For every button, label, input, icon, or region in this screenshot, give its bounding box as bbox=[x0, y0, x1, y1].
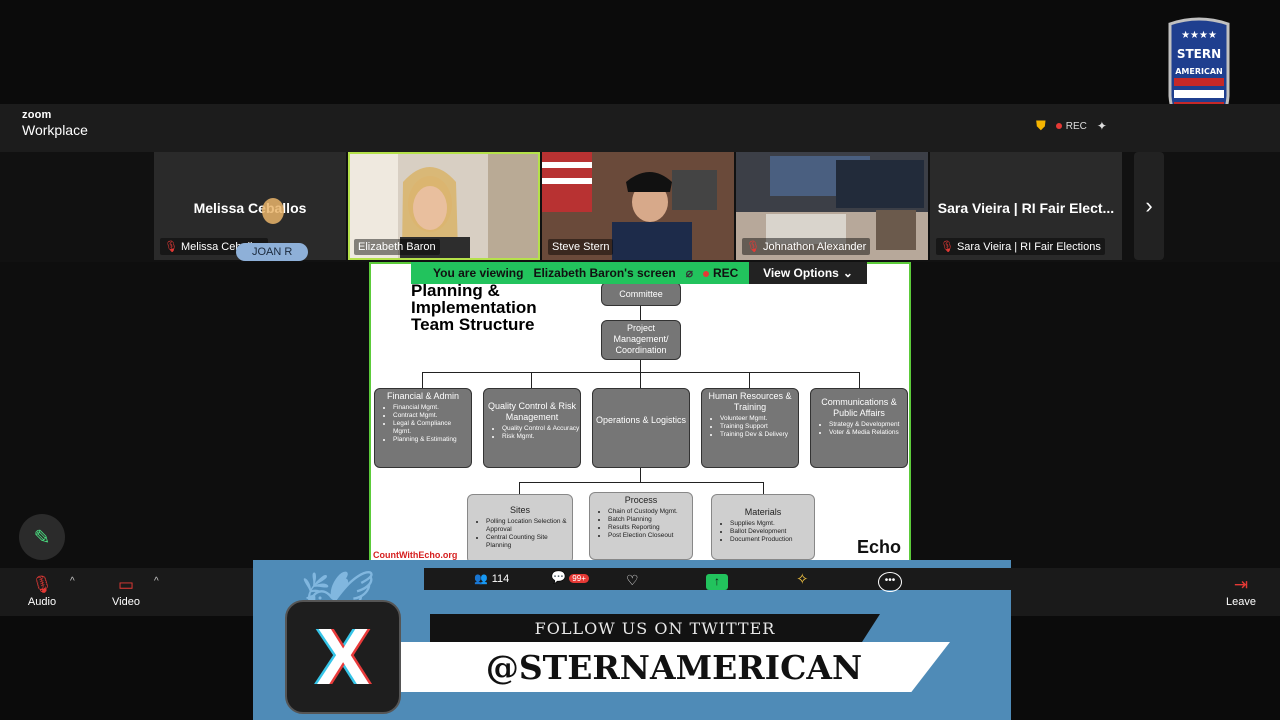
follow-text: FOLLOW US ON TWITTER bbox=[430, 614, 880, 642]
mic-muted-icon: 🎙 bbox=[164, 241, 178, 253]
chevron-right-icon: › bbox=[1145, 193, 1153, 218]
share-button[interactable]: ↑ bbox=[706, 574, 728, 590]
mic-off-icon: ⌀ bbox=[685, 266, 693, 280]
shared-slide: Planning & Implementation Team Structure… bbox=[369, 262, 911, 566]
participant-tile-steve[interactable]: Steve Stern bbox=[542, 152, 734, 260]
svg-text:★★★★: ★★★★ bbox=[1181, 30, 1217, 41]
connector bbox=[640, 360, 641, 372]
participant-label: Steve Stern bbox=[548, 239, 614, 255]
camera-off-icon: ▭ bbox=[117, 575, 135, 594]
mic-muted-icon: 🎙 bbox=[940, 241, 954, 253]
subgroup-process: Process Chain of Custody Mgmt.Batch Plan… bbox=[589, 492, 693, 560]
react-button[interactable]: ♡ bbox=[626, 572, 639, 589]
shield-icon[interactable]: ⛊ bbox=[1036, 118, 1046, 134]
participant-label: 🎙 Sara Vieira | RI Fair Elections bbox=[936, 238, 1105, 255]
participant-tile-elizabeth[interactable]: Elizabeth Baron bbox=[348, 152, 540, 260]
rec-dot-icon bbox=[1055, 122, 1062, 129]
zoom-brand: zoom Workplace bbox=[22, 109, 88, 138]
echo-logo: Echo bbox=[856, 537, 901, 557]
x-logo-icon: X bbox=[285, 600, 401, 714]
twitter-handle: @STERNAMERICAN bbox=[398, 642, 950, 692]
top-black-band bbox=[0, 0, 1280, 104]
slide-website: CountWithEcho.org bbox=[373, 550, 458, 560]
raise-hand-icon bbox=[262, 198, 284, 224]
people-icon: 👥 bbox=[474, 573, 488, 585]
svg-text:STERN: STERN bbox=[1177, 47, 1221, 61]
mic-muted-icon: 🎙 bbox=[746, 241, 760, 253]
sparkle-icon: ✧ bbox=[796, 571, 809, 588]
participants-button[interactable]: 👥 114 bbox=[474, 572, 509, 586]
share-arrow-icon: ↑ bbox=[714, 574, 720, 588]
dept-quality: Quality Control & Risk Management Qualit… bbox=[483, 388, 581, 468]
audio-options-caret[interactable]: ^ bbox=[70, 576, 75, 587]
reaction-badge: JOAN R bbox=[236, 243, 309, 261]
rec-indicator: REC bbox=[702, 266, 738, 280]
participant-name: Melissa Ceballos bbox=[193, 200, 307, 216]
svg-text:AMERICAN: AMERICAN bbox=[1175, 67, 1223, 76]
chat-icon: 💬 bbox=[551, 570, 566, 584]
header-status: ⛊ REC ✦ bbox=[1036, 118, 1107, 134]
heart-icon: ♡ bbox=[626, 572, 639, 588]
view-options-button[interactable]: View Options ⌄ bbox=[749, 262, 867, 284]
brand-big: Workplace bbox=[22, 122, 88, 138]
video-button[interactable]: ▭ Video bbox=[108, 574, 144, 608]
subgroup-sites: Sites Polling Location Selection & Appro… bbox=[467, 494, 573, 564]
pencil-icon: ✎ bbox=[33, 526, 51, 549]
more-button[interactable]: ••• bbox=[878, 572, 902, 592]
project-management-box: Project Management/ Coordination bbox=[601, 320, 681, 360]
ellipsis-icon: ••• bbox=[884, 575, 896, 586]
connector bbox=[422, 372, 860, 373]
dept-communications: Communications & Public Affairs Strategy… bbox=[810, 388, 908, 468]
participant-label: 🎙 Johnathon Alexander bbox=[742, 238, 871, 255]
annotate-button[interactable]: ✎ bbox=[19, 514, 65, 560]
video-options-caret[interactable]: ^ bbox=[154, 576, 159, 587]
audio-button[interactable]: 🎙 Audio bbox=[24, 574, 60, 608]
chevron-down-icon: ⌄ bbox=[842, 266, 853, 280]
dept-financial: Financial & Admin Financial Mgmt.Contrac… bbox=[374, 388, 472, 468]
participant-tile-sara[interactable]: Sara Vieira | RI Fair Elect... 🎙 Sara Vie… bbox=[930, 152, 1122, 260]
ai-companion-button[interactable]: ✧ bbox=[796, 570, 809, 588]
chat-button[interactable]: 💬 99+ bbox=[551, 570, 589, 584]
committee-box: Committee bbox=[601, 282, 681, 306]
subgroup-materials: Materials Supplies Mgmt.Ballot Developme… bbox=[711, 494, 815, 560]
exit-icon: ⇥ bbox=[1233, 575, 1249, 594]
viewing-banner: You are viewing Elizabeth Baron's screen… bbox=[411, 262, 749, 284]
participant-tile-johnathon[interactable]: 🎙 Johnathon Alexander bbox=[736, 152, 928, 260]
microphone-muted-icon: 🎙 bbox=[31, 575, 53, 594]
leave-button[interactable]: ⇥ Leave bbox=[1226, 574, 1256, 608]
next-page-button[interactable]: › bbox=[1134, 152, 1164, 260]
brand-small: zoom bbox=[22, 109, 52, 121]
participant-name: Sara Vieira | RI Fair Elect... bbox=[937, 200, 1115, 216]
dept-hr: Human Resources & Training Volunteer Mgm… bbox=[701, 388, 799, 468]
slide-title: Planning & Implementation Team Structure bbox=[411, 281, 537, 334]
chat-badge: 99+ bbox=[569, 574, 589, 583]
recording-indicator[interactable]: REC bbox=[1055, 121, 1087, 132]
sparkle-icon[interactable]: ✦ bbox=[1097, 119, 1107, 133]
participant-label: Elizabeth Baron bbox=[354, 239, 440, 255]
dept-operations: Operations & Logistics bbox=[592, 388, 690, 468]
connector bbox=[640, 306, 641, 320]
